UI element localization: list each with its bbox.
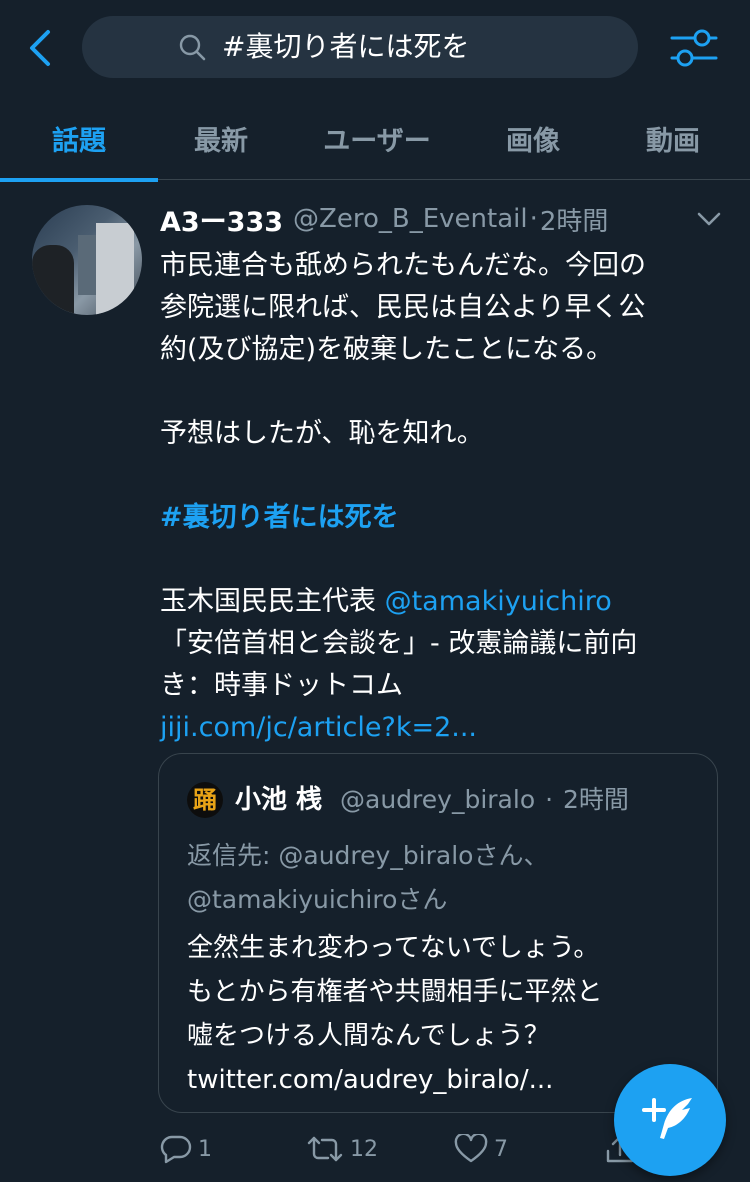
retweet-count: 12 xyxy=(350,1136,378,1162)
quoted-handle: @audrey_biralo xyxy=(340,785,536,814)
retweet-button[interactable]: 12 xyxy=(306,1129,378,1169)
back-button[interactable] xyxy=(22,28,58,68)
reply-icon xyxy=(160,1135,192,1164)
sliders-icon xyxy=(670,29,718,67)
quoted-text-line: もとから有権者や共闘相手に平然と xyxy=(187,977,603,1007)
tweet-menu-button[interactable] xyxy=(694,207,724,231)
quoted-link: twitter.com/audrey_biralo/... xyxy=(187,1065,554,1095)
timestamp: 2時間 xyxy=(539,206,609,237)
compose-tweet-button[interactable] xyxy=(614,1064,726,1176)
display-name[interactable]: A3ー333 xyxy=(160,200,283,239)
quoted-avatar: 踊 xyxy=(187,782,223,818)
chevron-down-icon xyxy=(697,212,721,226)
tweet-text: 市民連合も舐められたもんだな。今回の 参院選に限れば、民民は自公より早く公 約(… xyxy=(160,245,720,749)
quoted-timestamp: 2時間 xyxy=(562,785,629,814)
tweet[interactable]: A3ー333 @Zero_B_Eventail · 2時間 市民連合も舐められた… xyxy=(0,181,750,1182)
compose-feather-icon xyxy=(642,1098,692,1139)
reply-context: 返信先: @audrey_biraloさん、 @tamakiyuichiroさん xyxy=(187,834,548,922)
tab-top[interactable]: 話題 xyxy=(0,96,158,180)
header: #裏切り者には死を xyxy=(0,0,750,96)
heart-icon xyxy=(454,1134,488,1163)
reply-mention: @tamakiyuichiroさん xyxy=(187,885,448,914)
like-button[interactable]: 7 xyxy=(454,1129,508,1169)
tab-photos[interactable]: 画像 xyxy=(470,96,596,180)
separator: · xyxy=(545,785,554,814)
quoted-text-line: 嘘をつける人間なんでしょう？ xyxy=(187,1021,550,1051)
retweet-icon xyxy=(307,1136,343,1162)
tab-videos[interactable]: 動画 xyxy=(596,96,750,180)
tweet-text-line: 予想はしたが、恥を知れ。 xyxy=(160,418,484,449)
tweet-text-line: 参院選に限れば、民民は自公より早く公 xyxy=(160,292,646,323)
quoted-display-name: 小池 桟 xyxy=(235,785,323,815)
user-handle[interactable]: @Zero_B_Eventail xyxy=(293,204,528,234)
reply-button[interactable]: 1 xyxy=(160,1129,212,1169)
tweet-text-line: 「安倍首相と会談を」- 改憲論議に前向 xyxy=(160,628,638,659)
mention-link[interactable]: @tamakiyuichiro xyxy=(385,586,612,617)
quoted-avatar-glyph: 踊 xyxy=(193,785,217,814)
hashtag-link[interactable]: #裏切り者には死を xyxy=(160,497,720,539)
separator: · xyxy=(529,204,538,234)
article-link[interactable]: jiji.com/jc/article?k=2... xyxy=(160,707,720,749)
tweet-text-line: き：時事ドットコム xyxy=(160,670,403,701)
like-count: 7 xyxy=(494,1136,508,1162)
tweet-header: A3ー333 @Zero_B_Eventail · 2時間 xyxy=(160,199,608,239)
tweet-text-line: 玉木国民民主代表 xyxy=(160,586,385,617)
tweet-text-line: 約(及び協定)を破棄したことになる。 xyxy=(160,334,614,365)
quoted-text-line: 全然生まれ変わってないでしょう。 xyxy=(187,933,600,963)
search-settings-button[interactable] xyxy=(668,26,720,70)
quoted-text: 全然生まれ変わってないでしょう。 もとから有権者や共闘相手に平然と 嘘をつける人… xyxy=(187,926,602,1102)
chevron-left-icon xyxy=(30,30,50,66)
avatar[interactable] xyxy=(32,205,142,315)
reply-prefix: 返信先: xyxy=(187,841,279,870)
tweet-text-line: 市民連合も舐められたもんだな。今回の xyxy=(160,250,646,281)
search-tabs: 話題 最新 ユーザー 画像 動画 xyxy=(0,96,750,182)
quoted-header: 小池 桟 @audrey_biralo · 2時間 xyxy=(235,778,629,822)
search-query: #裏切り者には死を xyxy=(222,30,470,63)
reply-mention: @audrey_biraloさん、 xyxy=(278,841,549,870)
reply-count: 1 xyxy=(198,1136,212,1162)
tab-latest[interactable]: 最新 xyxy=(158,96,284,180)
search-input[interactable]: #裏切り者には死を xyxy=(82,16,638,78)
tab-people[interactable]: ユーザー xyxy=(284,96,470,180)
quoted-tweet[interactable]: 踊 小池 桟 @audrey_biralo · 2時間 返信先: @audrey… xyxy=(158,753,718,1113)
search-icon xyxy=(179,34,206,61)
